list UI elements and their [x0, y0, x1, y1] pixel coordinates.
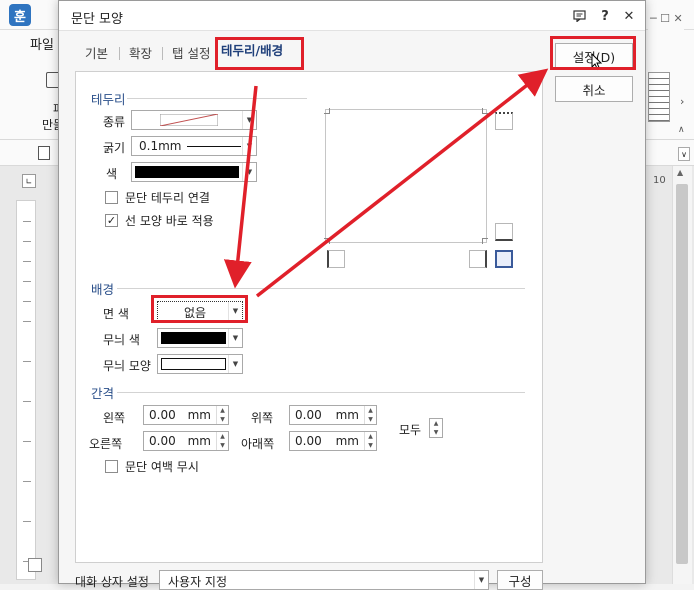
- spacing-left-label: 왼쪽: [103, 411, 126, 425]
- vertical-ruler: [16, 200, 36, 580]
- ignore-paragraph-margin-label: 문단 여백 무시: [125, 460, 199, 474]
- chevron-down-icon: ▼: [474, 571, 488, 589]
- comment-icon[interactable]: [569, 6, 589, 26]
- border-top-button[interactable]: [495, 112, 513, 130]
- vertical-scrollbar[interactable]: ▲: [672, 166, 692, 584]
- compose-button[interactable]: 구성: [497, 570, 543, 590]
- border-color-select[interactable]: ▼: [131, 162, 257, 182]
- ruler-number: 10: [653, 175, 666, 186]
- pattern-shape-select[interactable]: ▼: [157, 354, 243, 374]
- tab-extended[interactable]: 확장: [129, 43, 152, 62]
- spin-buttons[interactable]: ▲ ▼: [364, 432, 376, 450]
- chevron-down-icon: ▼: [242, 111, 256, 129]
- annotation-tab-highlight: [215, 37, 304, 70]
- apply-line-immediately-checkbox[interactable]: ✓: [105, 214, 118, 227]
- chevron-down-icon: ▼: [228, 329, 242, 347]
- tab-separator: [162, 47, 163, 60]
- border-right-button[interactable]: [469, 250, 487, 268]
- ribbon-collapse-icon[interactable]: ∧: [678, 125, 685, 135]
- background-section-title: 배경: [91, 282, 115, 297]
- ruler-corner-icon[interactable]: ∟: [22, 174, 36, 188]
- section-divider: [117, 288, 525, 289]
- pattern-shape-label: 무늬 모양: [103, 359, 151, 373]
- tab-basic[interactable]: 기본: [85, 43, 108, 62]
- annotation-face-color-highlight: [151, 295, 248, 323]
- border-type-label: 종류: [103, 115, 126, 129]
- border-all-button[interactable]: [495, 250, 513, 268]
- spin-buttons[interactable]: ▲ ▼: [216, 406, 228, 424]
- spacing-all-spinner[interactable]: ▲ ▼: [429, 418, 443, 438]
- spin-buttons[interactable]: ▲ ▼: [430, 419, 442, 437]
- thickness-value: 0.1mm: [139, 139, 182, 153]
- spacing-right-input[interactable]: 0.00 mm ▲ ▼: [143, 431, 229, 451]
- border-bottom-button[interactable]: [495, 223, 513, 241]
- border-type-select[interactable]: ▼: [131, 110, 257, 130]
- unit-label: mm: [187, 434, 211, 448]
- unit-label: mm: [187, 408, 211, 422]
- spacing-top-input[interactable]: 0.00 mm ▲ ▼: [289, 405, 377, 425]
- app-logo: 훈: [9, 4, 31, 26]
- ribbon-expand-icon[interactable]: ›: [680, 95, 684, 108]
- spacing-left-input[interactable]: 0.00 mm ▲ ▼: [143, 405, 229, 425]
- spacing-left-value: 0.00: [149, 408, 176, 422]
- unit-label: mm: [335, 434, 359, 448]
- tab-tab-settings[interactable]: 탭 설정: [172, 43, 210, 62]
- section-divider: [127, 98, 307, 99]
- section-divider: [117, 392, 525, 393]
- border-section-title: 테두리: [91, 92, 126, 107]
- close-button[interactable]: ✕: [619, 6, 639, 26]
- spin-buttons[interactable]: ▲ ▼: [364, 406, 376, 424]
- chevron-down-icon: ▼: [228, 355, 242, 373]
- spacing-bottom-input[interactable]: 0.00 mm ▲ ▼: [289, 431, 377, 451]
- app-right-panel: ─ ☐ ✕: [648, 10, 684, 130]
- new-document-icon[interactable]: [38, 146, 50, 160]
- help-button[interactable]: ?: [595, 6, 615, 26]
- spacing-bottom-label: 아래쪽: [241, 437, 275, 451]
- border-color-label: 색: [106, 167, 118, 181]
- apply-line-immediately-label: 선 모양 바로 적용: [125, 214, 214, 228]
- border-left-button[interactable]: [327, 250, 345, 268]
- thickness-label: 굵기: [103, 141, 126, 155]
- spacing-right-label: 오른쪽: [89, 437, 123, 451]
- border-preview[interactable]: [324, 108, 488, 244]
- toolbar-expand-icon[interactable]: ∨: [678, 147, 690, 161]
- spacing-section-title: 간격: [91, 386, 115, 401]
- paragraph-border-connect-checkbox[interactable]: [105, 191, 118, 204]
- annotation-ok-highlight: [550, 36, 636, 70]
- menu-file[interactable]: 파일: [30, 34, 54, 53]
- spacing-all-label: 모두: [399, 423, 422, 437]
- paragraph-shape-dialog: 문단 모양 ? ✕ 기본 확장 탭 설정 테두리/배경 테두리 종류 ▼ 굵기 …: [58, 0, 646, 590]
- face-color-label: 면 색: [103, 307, 129, 321]
- thickness-select[interactable]: 0.1mm ▼: [131, 136, 257, 156]
- dialog-titlebar: [59, 1, 645, 31]
- spacing-top-label: 위쪽: [251, 411, 274, 425]
- chevron-down-icon: ▼: [242, 137, 256, 155]
- spacing-bottom-value: 0.00: [295, 434, 322, 448]
- chevron-down-icon: ▼: [242, 163, 256, 181]
- pattern-color-select[interactable]: ▼: [157, 328, 243, 348]
- tab-separator: [119, 47, 120, 60]
- unit-label: mm: [335, 408, 359, 422]
- dialog-settings-label: 대화 상자 설정: [75, 575, 149, 589]
- spin-buttons[interactable]: ▲ ▼: [216, 432, 228, 450]
- spacing-right-value: 0.00: [149, 434, 176, 448]
- pattern-color-label: 무늬 색: [103, 333, 140, 347]
- cancel-button[interactable]: 취소: [555, 76, 633, 102]
- ignore-paragraph-margin-checkbox[interactable]: [105, 460, 118, 473]
- dialog-settings-select[interactable]: 사용자 지정 ▼: [159, 570, 489, 590]
- dialog-title: 문단 모양: [71, 12, 123, 27]
- spacing-top-value: 0.00: [295, 408, 322, 422]
- page-view-icon[interactable]: [28, 558, 42, 572]
- dialog-settings-value: 사용자 지정: [168, 575, 228, 589]
- paragraph-border-connect-label: 문단 테두리 연결: [125, 191, 210, 205]
